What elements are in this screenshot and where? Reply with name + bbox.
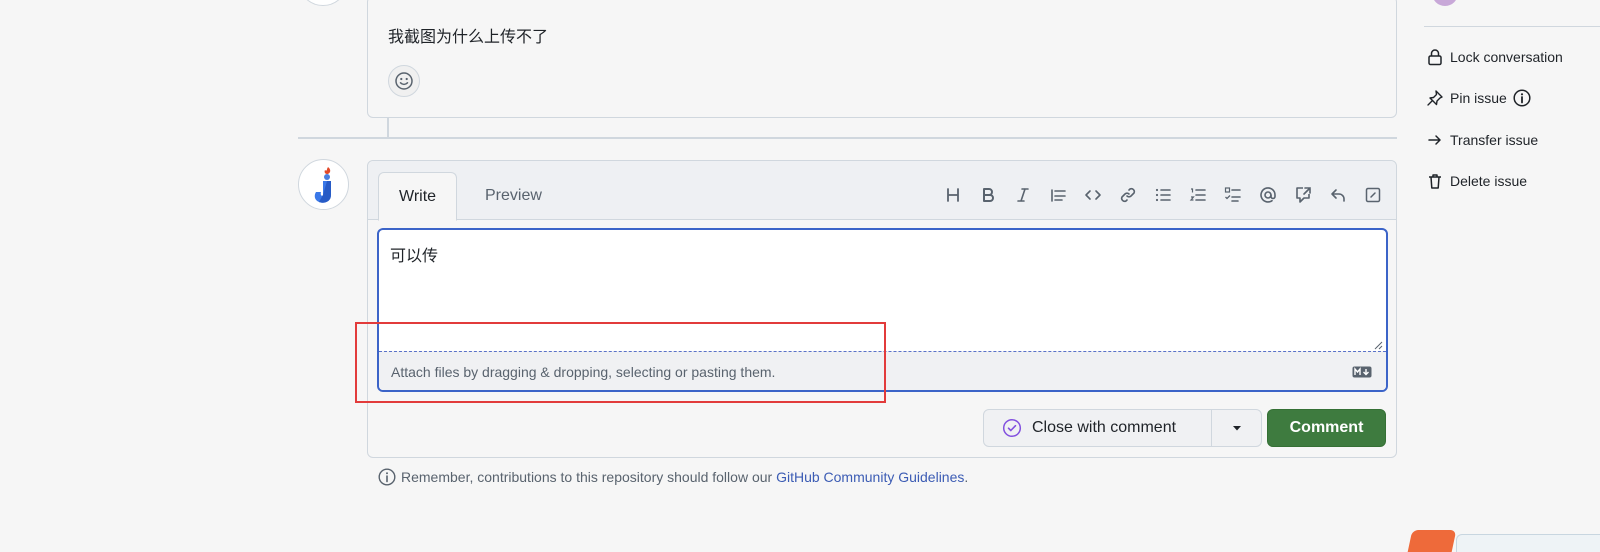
- bold-button[interactable]: [970, 181, 1005, 209]
- smiley-icon: [395, 72, 413, 90]
- transfer-issue-button[interactable]: Transfer issue: [1426, 131, 1538, 149]
- lock-icon: [1428, 49, 1442, 66]
- lock-conversation-button[interactable]: Lock conversation: [1426, 48, 1563, 66]
- info-icon: [378, 468, 396, 486]
- current-user-avatar[interactable]: [298, 159, 349, 210]
- comment-composer: Write Preview 可以传 Attach files by draggi…: [367, 160, 1397, 458]
- italic-icon: [1016, 188, 1029, 202]
- reference-icon: [1295, 187, 1311, 203]
- comment-text[interactable]: 可以传: [390, 242, 438, 266]
- close-with-comment-button[interactable]: Close with comment: [983, 409, 1212, 447]
- heading-icon: [946, 188, 959, 202]
- lock-conversation-label: Lock conversation: [1450, 49, 1563, 65]
- quote-button[interactable]: [1040, 181, 1075, 209]
- quote-icon: [1050, 189, 1066, 202]
- saved-reply-button[interactable]: [1320, 181, 1355, 209]
- contribution-note: Remember, contributions to this reposito…: [378, 468, 968, 486]
- contribution-note-period: .: [964, 469, 969, 485]
- triangle-down-icon: [1232, 426, 1241, 431]
- issue-closed-icon: [1002, 418, 1022, 438]
- task-list-button[interactable]: [1215, 181, 1250, 209]
- comment-button[interactable]: Comment: [1267, 409, 1386, 447]
- previous-comment-body: 我截图为什么上传不了: [388, 27, 549, 46]
- numbered-list-button[interactable]: [1180, 181, 1215, 209]
- heading-button[interactable]: [935, 181, 970, 209]
- saved-reply-icon: [1330, 189, 1345, 202]
- numbered-list-icon: [1189, 188, 1206, 201]
- timeline-line: [387, 118, 389, 138]
- bold-icon: [982, 188, 994, 202]
- markdown-icon[interactable]: [1352, 366, 1372, 378]
- community-guidelines-link[interactable]: GitHub Community Guidelines: [776, 469, 964, 485]
- arrow-right-icon: [1428, 135, 1441, 145]
- fullscreen-button[interactable]: [1355, 181, 1390, 209]
- italic-button[interactable]: [1005, 181, 1040, 209]
- composer-header: Write Preview: [368, 161, 1396, 221]
- link-icon: [1120, 187, 1135, 203]
- contribution-note-text: Remember, contributions to this reposito…: [401, 469, 773, 485]
- reference-button[interactable]: [1285, 181, 1320, 209]
- code-icon: [1084, 190, 1101, 200]
- transfer-issue-label: Transfer issue: [1450, 132, 1539, 148]
- tab-write[interactable]: Write: [378, 172, 458, 221]
- highlight-annotation: [355, 322, 886, 403]
- previous-comment: 我截图为什么上传不了: [367, 0, 1397, 118]
- delete-issue-button[interactable]: Delete issue: [1426, 172, 1527, 190]
- pin-issue-button[interactable]: Pin issue: [1426, 89, 1531, 107]
- fullscreen-icon: [1365, 187, 1380, 203]
- mention-button[interactable]: [1250, 181, 1285, 209]
- timeline-divider: [298, 137, 1397, 139]
- markdown-toolbar: [935, 181, 1390, 209]
- floating-widget-panel[interactable]: [1456, 534, 1600, 552]
- close-with-comment-label: Close with comment: [1032, 419, 1177, 436]
- task-list-icon: [1224, 187, 1241, 202]
- link-button[interactable]: [1110, 181, 1145, 209]
- sidebar-divider: [1424, 26, 1600, 27]
- previous-commenter-avatar[interactable]: [298, 0, 348, 6]
- tab-preview[interactable]: Preview: [465, 172, 562, 220]
- pin-issue-label: Pin issue: [1450, 90, 1507, 106]
- info-icon[interactable]: [1513, 89, 1531, 107]
- trash-icon: [1429, 174, 1441, 189]
- pin-icon: [1427, 90, 1443, 106]
- add-reaction-button[interactable]: [388, 65, 420, 97]
- close-options-dropdown[interactable]: [1211, 409, 1262, 447]
- resize-handle-icon[interactable]: [1373, 340, 1383, 350]
- bulleted-list-icon: [1155, 188, 1171, 202]
- bulleted-list-button[interactable]: [1145, 181, 1180, 209]
- mention-icon: [1259, 187, 1276, 203]
- floating-widget-icon[interactable]: [1407, 530, 1457, 552]
- participant-avatar[interactable]: [1432, 0, 1458, 6]
- code-button[interactable]: [1075, 181, 1110, 209]
- user-avatar-image: [314, 166, 331, 203]
- delete-issue-label: Delete issue: [1450, 173, 1528, 189]
